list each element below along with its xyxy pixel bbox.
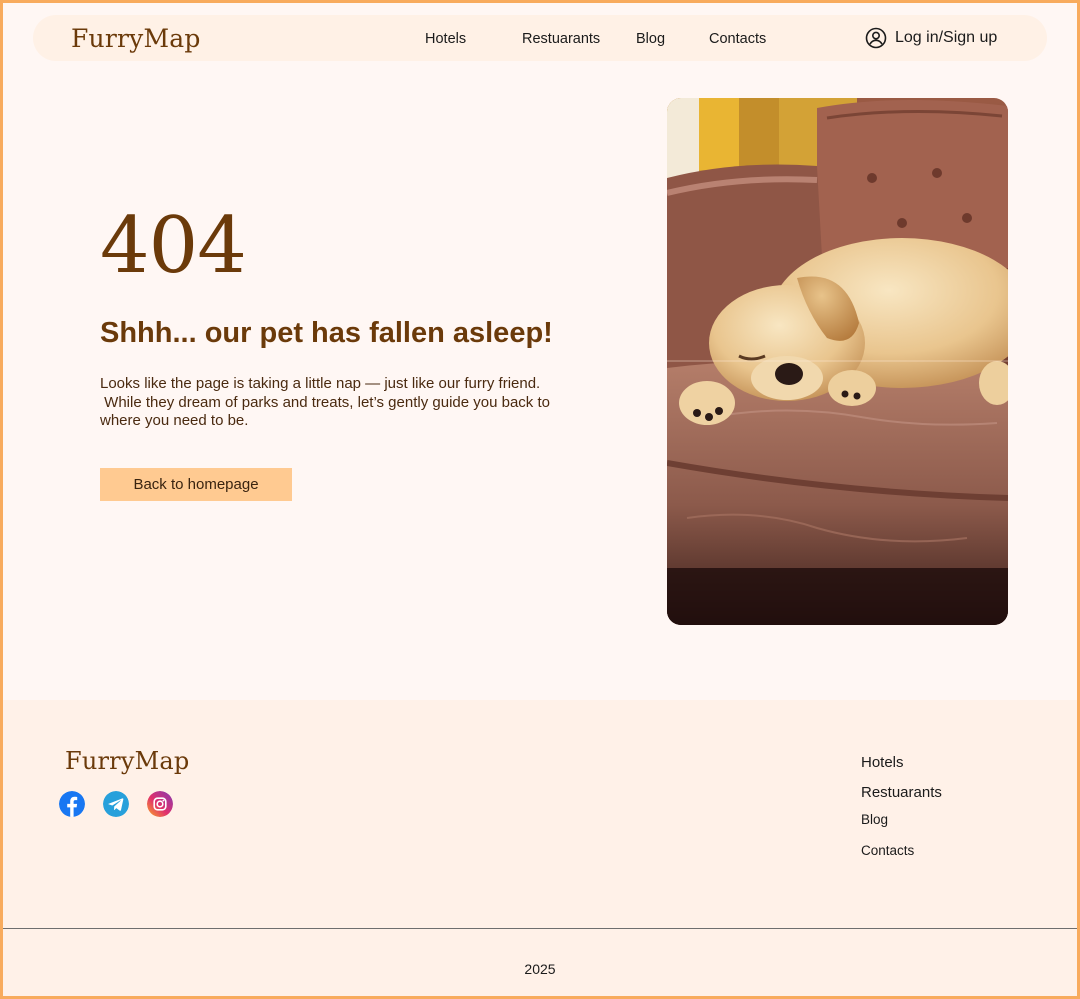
description-line: Looks like the page is taking a little n… bbox=[100, 375, 541, 392]
login-label: Log in/Sign up bbox=[895, 29, 998, 46]
footer-divider bbox=[0, 928, 1080, 929]
header-logo[interactable]: FurryMap bbox=[71, 24, 201, 53]
facebook-icon[interactable] bbox=[59, 791, 85, 817]
description-line: While they dream of parks and treats, le… bbox=[100, 393, 550, 411]
image-divider bbox=[667, 360, 1008, 362]
footer-link-hotels[interactable]: Hotels bbox=[861, 754, 904, 771]
nav-restaurants[interactable]: Restuarants bbox=[522, 31, 600, 47]
social-links bbox=[59, 791, 173, 817]
footer-link-restaurants[interactable]: Restuarants bbox=[861, 784, 942, 801]
description-line: where you need to be. bbox=[100, 412, 249, 429]
telegram-icon[interactable] bbox=[103, 791, 129, 817]
error-code: 404 bbox=[100, 201, 247, 291]
nav-hotels[interactable]: Hotels bbox=[425, 31, 466, 47]
back-to-homepage-button[interactable]: Back to homepage bbox=[100, 468, 292, 501]
site-header: FurryMap Hotels Restuarants Blog Contact… bbox=[33, 15, 1047, 61]
nav-contacts[interactable]: Contacts bbox=[709, 31, 766, 47]
nav-blog[interactable]: Blog bbox=[636, 31, 665, 47]
footer-link-contacts[interactable]: Contacts bbox=[861, 843, 914, 858]
login-signup-button[interactable]: Log in/Sign up bbox=[865, 26, 997, 50]
footer-link-blog[interactable]: Blog bbox=[861, 812, 888, 827]
sleeping-puppy-image bbox=[667, 98, 1008, 625]
instagram-icon[interactable] bbox=[147, 791, 173, 817]
copyright-year: 2025 bbox=[524, 961, 556, 977]
footer-logo[interactable]: FurryMap bbox=[65, 747, 189, 775]
user-icon bbox=[865, 27, 887, 49]
error-headline: Shhh... our pet has fallen asleep! bbox=[100, 317, 553, 349]
error-description: Looks like the page is taking a little n… bbox=[100, 375, 600, 431]
site-footer: FurryMap Hotels Restuarants Blog Contact… bbox=[0, 700, 1080, 999]
